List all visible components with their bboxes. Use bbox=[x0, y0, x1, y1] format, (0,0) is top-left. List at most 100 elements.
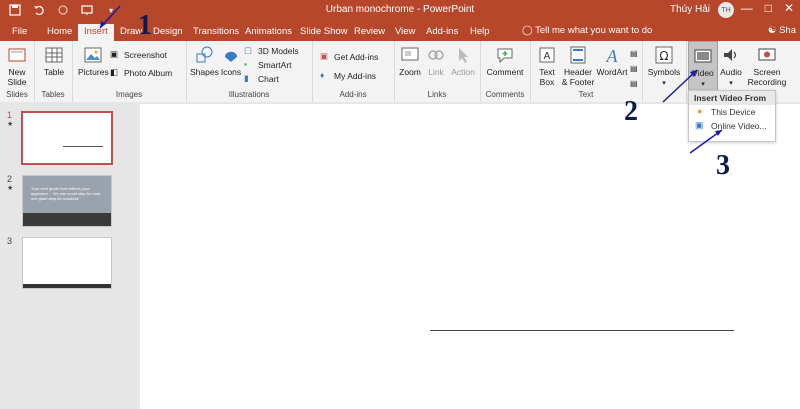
slide-thumbnail-3[interactable] bbox=[22, 237, 112, 289]
link-label: Link bbox=[428, 67, 444, 77]
header-footer-button[interactable]: Header & Footer bbox=[560, 45, 596, 87]
shapes-label: Shapes bbox=[190, 67, 219, 77]
text-small-icons: ▤ ▤ ▤ bbox=[630, 49, 638, 88]
smartart-icon: ▪ bbox=[244, 59, 248, 69]
annotation-2: 2 bbox=[624, 96, 638, 127]
slide-star-1: ★ bbox=[7, 121, 14, 128]
link-button[interactable]: Link bbox=[425, 45, 447, 77]
table-button[interactable]: Table bbox=[42, 45, 66, 77]
tab-slide-show[interactable]: Slide Show bbox=[300, 24, 348, 41]
group-add-ins-label: Add-ins bbox=[339, 90, 367, 99]
tab-view[interactable]: View bbox=[395, 24, 415, 41]
symbols-label: Symbols bbox=[647, 67, 681, 77]
group-illustrations-label: Illustrations bbox=[228, 90, 270, 99]
video-dropdown-icon: ▾ bbox=[701, 81, 705, 88]
slide-title-line bbox=[430, 330, 734, 331]
avatar[interactable]: TH bbox=[718, 2, 734, 18]
user-name[interactable]: Thúy Hải bbox=[670, 4, 710, 15]
table-label: Table bbox=[43, 67, 65, 77]
photo-album-icon: ◧ bbox=[110, 67, 119, 77]
this-device-item[interactable]: ● This Device bbox=[689, 105, 775, 119]
screenshot-label: Screenshot bbox=[124, 49, 167, 60]
smartart-label: SmartArt bbox=[258, 59, 292, 70]
date-time-icon[interactable]: ▤ bbox=[630, 49, 638, 58]
tab-transitions[interactable]: Transitions bbox=[193, 24, 239, 41]
share-icon: ☯ bbox=[767, 25, 777, 36]
share-button[interactable]: ☯ Sha bbox=[768, 25, 796, 36]
slide-number-1: 1 bbox=[7, 110, 13, 120]
tab-add-ins[interactable]: Add-ins bbox=[426, 24, 458, 41]
object-icon[interactable]: ▤ bbox=[630, 79, 638, 88]
tab-review[interactable]: Review bbox=[354, 24, 385, 41]
symbols-button[interactable]: Ω Symbols ▾ bbox=[646, 45, 682, 89]
audio-button[interactable]: Audio ▾ bbox=[718, 45, 744, 89]
group-slides-label: Slides bbox=[6, 90, 28, 99]
ribbon: New Slide Slides Table Tables Pictures ▣… bbox=[0, 41, 800, 103]
new-slide-label2: Slide bbox=[7, 77, 27, 87]
text-box-label2: Box bbox=[539, 77, 555, 87]
online-video-item[interactable]: ▣ Online Video... bbox=[689, 119, 775, 133]
screen-recording-button[interactable]: Screen Recording bbox=[744, 45, 790, 87]
tab-file[interactable]: File bbox=[12, 24, 27, 41]
annotation-3: 3 bbox=[716, 150, 730, 181]
pictures-button[interactable]: Pictures bbox=[78, 45, 109, 77]
thumb-2-quote: Your next quote that reflects your appro… bbox=[31, 186, 102, 201]
comment-button[interactable]: Comment bbox=[485, 45, 525, 77]
online-video-label: Online Video... bbox=[711, 121, 767, 131]
photo-album-button[interactable]: ◧ Photo Album bbox=[110, 67, 172, 78]
tell-me-box[interactable]: ◯ Tell me what you want to do bbox=[522, 25, 652, 36]
chart-label: Chart bbox=[258, 73, 279, 84]
screen-recording-icon bbox=[758, 48, 776, 61]
my-add-ins-button[interactable]: ♦ My Add-ins bbox=[320, 70, 376, 81]
group-comments: Comment Comments bbox=[480, 41, 531, 102]
new-slide-label: New bbox=[8, 67, 26, 77]
chart-button[interactable]: ▮ Chart bbox=[244, 73, 279, 84]
shapes-icon bbox=[196, 46, 213, 63]
video-button[interactable]: Video ▾ bbox=[688, 41, 718, 94]
action-button[interactable]: Action bbox=[449, 45, 477, 77]
smartart-button[interactable]: ▪ SmartArt bbox=[244, 59, 292, 70]
slide-thumbnail-1[interactable] bbox=[21, 111, 113, 165]
share-label: Sha bbox=[779, 25, 796, 36]
zoom-button[interactable]: Zoom bbox=[397, 45, 423, 77]
chart-icon: ▮ bbox=[244, 73, 249, 83]
svg-text:A: A bbox=[544, 51, 551, 62]
tab-design[interactable]: Design bbox=[153, 24, 183, 41]
3d-models-label: 3D Models bbox=[258, 45, 299, 56]
my-add-ins-label: My Add-ins bbox=[334, 70, 377, 81]
insert-video-menu-title: Insert Video From bbox=[689, 91, 775, 105]
screen-recording-label: Screen bbox=[753, 67, 781, 77]
get-add-ins-button[interactable]: ▣ Get Add-ins bbox=[320, 51, 378, 62]
close-icon[interactable]: ✕ bbox=[784, 1, 794, 15]
header-footer-icon bbox=[570, 46, 586, 64]
store-icon: ▣ bbox=[320, 51, 329, 61]
group-symbols: Ω Symbols ▾ bbox=[642, 41, 687, 102]
icons-icon bbox=[225, 51, 237, 62]
slide-thumbnail-2[interactable]: Your next quote that reflects your appro… bbox=[22, 175, 112, 227]
tab-animations[interactable]: Animations bbox=[245, 24, 292, 41]
screenshot-button[interactable]: ▣ Screenshot bbox=[110, 49, 167, 60]
icons-label: Icons bbox=[220, 67, 242, 77]
tab-help[interactable]: Help bbox=[470, 24, 490, 41]
shapes-button[interactable]: Shapes bbox=[190, 45, 219, 77]
action-label: Action bbox=[451, 67, 475, 77]
slide-number-icon[interactable]: ▤ bbox=[630, 64, 638, 73]
screenshot-icon: ▣ bbox=[110, 49, 119, 59]
get-add-ins-label: Get Add-ins bbox=[334, 51, 379, 62]
thumb-3-footer bbox=[23, 284, 111, 288]
restore-icon[interactable]: □ bbox=[765, 1, 772, 15]
photo-album-label: Photo Album bbox=[124, 67, 173, 78]
minimize-icon[interactable]: — bbox=[741, 1, 753, 15]
text-box-button[interactable]: A Text Box bbox=[534, 45, 560, 87]
icons-button[interactable]: Icons bbox=[220, 45, 242, 77]
tab-insert[interactable]: Insert bbox=[78, 24, 114, 41]
slide-canvas[interactable] bbox=[140, 104, 800, 409]
window-controls: — □ ✕ bbox=[741, 1, 794, 15]
new-slide-button[interactable]: New Slide bbox=[4, 45, 30, 87]
zoom-label: Zoom bbox=[399, 67, 421, 77]
3d-models-button[interactable]: ▢ 3D Models bbox=[244, 45, 299, 56]
tab-home[interactable]: Home bbox=[47, 24, 72, 41]
ribbon-tabs: File Home Insert Draw Design Transitions… bbox=[0, 22, 800, 41]
group-images: Pictures ▣ Screenshot ◧ Photo Album Imag… bbox=[72, 41, 187, 102]
wordart-button[interactable]: A WordArt bbox=[596, 45, 628, 77]
